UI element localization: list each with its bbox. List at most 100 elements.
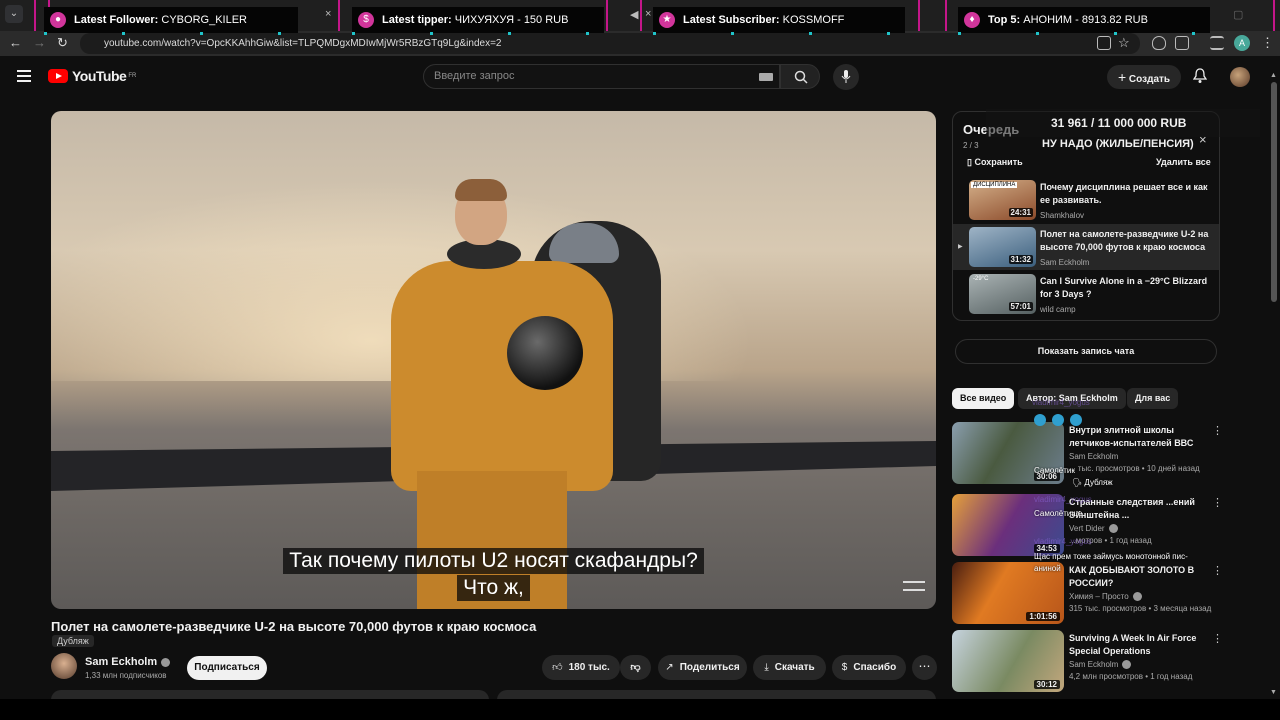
subscriber-count: 1,33 млн подписчиков	[85, 671, 167, 680]
create-label: Создать	[1128, 74, 1171, 85]
tab-close-icon[interactable]: ×	[645, 8, 651, 20]
scrollbar-thumb[interactable]	[1271, 82, 1277, 302]
tab-search-icon[interactable]: ⌄	[5, 5, 23, 23]
queue-delete-all-button[interactable]: Удалить все	[1156, 157, 1211, 167]
queue-item-current[interactable]: ▶ 31:32 Полет на самолете-разведчике U-2…	[953, 224, 1219, 270]
dub-badge-label: Дубляж	[57, 636, 89, 646]
queue-save-button[interactable]: ▯ Сохранить	[967, 157, 1023, 168]
video-player[interactable]: Так почему пилоты U2 носят скафандры? Чт…	[51, 111, 936, 609]
subscribe-button[interactable]: Подписаться	[187, 656, 267, 680]
overlay-underline	[352, 32, 604, 35]
channel-name[interactable]: Sam Eckholm	[85, 656, 171, 668]
keyboard-icon[interactable]	[759, 73, 773, 81]
like-button[interactable]: 👍︎ 180 тыс.	[542, 655, 620, 680]
chat-message: Самолётище	[1034, 509, 1083, 518]
now-playing-icon: ▶	[958, 244, 963, 250]
profile-avatar[interactable]: A	[1234, 35, 1250, 51]
address-bar[interactable]: youtube.com/watch?v=OpcKKAhhGiw&list=TLP…	[80, 33, 1140, 54]
subtitle-text: Что ж,	[457, 575, 530, 601]
chip-all-videos[interactable]: Все видео	[952, 388, 1015, 409]
bookmark-star-icon[interactable]: ☆	[1118, 35, 1130, 51]
recommended-video[interactable]: 30:06 Внутри элитной школы летчиков-испы…	[952, 422, 1223, 484]
thumbs-up-icon: 👍︎	[552, 662, 563, 673]
download-button[interactable]: ⤓ Скачать	[753, 655, 826, 680]
chat-username: vladimir4_yogus	[1034, 495, 1092, 504]
video-frame-pilot	[391, 261, 613, 491]
donation-goal-title: НУ НАДО (ЖИЛЬЕ/ПЕНСИЯ)	[1042, 138, 1194, 150]
overlay-latest-tipper: $ Latest tipper: ЧИХУЯХУЯ - 150 RUB	[352, 7, 604, 35]
chat-username: vladimir4_yogus	[1032, 398, 1090, 407]
notifications-bell-icon[interactable]	[1193, 68, 1207, 84]
search-button[interactable]	[780, 64, 820, 89]
youtube-logo[interactable]: YouTube FR	[48, 68, 136, 84]
search-icon	[794, 70, 808, 84]
emote-icon	[1034, 414, 1046, 426]
subtitle-line: Что ж,	[51, 575, 936, 601]
duration-badge: 30:12	[1033, 680, 1060, 689]
thanks-label: Спасибо	[853, 662, 897, 673]
overlay-label: Latest tipper:	[382, 14, 452, 26]
scroll-down-arrow-icon[interactable]: ▼	[1270, 689, 1277, 696]
overlay-value: KOSSMOFF	[782, 14, 845, 26]
browser-menu-icon[interactable]: ⋮	[1261, 35, 1274, 51]
queue-item-channel: Shamkhalov	[1040, 211, 1085, 220]
save-label: Сохранить	[974, 157, 1023, 167]
dislike-button[interactable]: 👎︎	[620, 655, 651, 680]
install-app-icon[interactable]	[1097, 36, 1111, 50]
queue-item[interactable]: ДИСЦИПЛИНА 24:31 Почему дисциплина решае…	[953, 177, 1219, 223]
thumb-tag: ДИСЦИПЛИНА	[971, 182, 1018, 188]
more-actions-button[interactable]: ⋯	[912, 655, 937, 680]
scroll-up-arrow-icon[interactable]: ▲	[1270, 72, 1277, 79]
overlay-underline	[958, 32, 1210, 35]
video-channel-text: Vert Dider	[1069, 524, 1105, 533]
queue-item-channel: Sam Eckholm	[1040, 258, 1090, 267]
plus-icon: +	[1117, 69, 1127, 85]
thanks-button[interactable]: $ Спасибо	[832, 655, 906, 680]
reload-icon[interactable]: ↻	[57, 35, 68, 51]
queue-item[interactable]: -29°C 57:01 Can I Survive Alone in a −29…	[953, 271, 1219, 317]
more-options-icon[interactable]: ⋮	[1212, 424, 1223, 437]
voice-search-button[interactable]	[833, 64, 859, 90]
chat-overlay-line: Самолётик	[1034, 466, 1075, 475]
forward-icon[interactable]: →	[33, 35, 46, 50]
shield-extension-icon[interactable]	[1152, 36, 1166, 50]
tab-restore-icon[interactable]: ▢	[1233, 8, 1243, 21]
channel-avatar[interactable]	[51, 653, 77, 679]
playlist-icon[interactable]	[1210, 36, 1224, 50]
subtitle-text: Так почему пилоты U2 носят скафандры?	[283, 548, 704, 574]
video-frame-helmet	[507, 316, 583, 390]
bookmark-icon: ▯	[967, 157, 972, 167]
back-icon[interactable]: ←	[9, 35, 22, 50]
overlay-underline	[44, 32, 298, 35]
chip-for-you[interactable]: Для вас	[1127, 388, 1179, 409]
more-options-icon[interactable]: ⋮	[1212, 632, 1223, 645]
recommended-video[interactable]: 30:12 Surviving A Week In Air Force Spec…	[952, 630, 1223, 692]
duration-badge: 57:01	[1008, 302, 1033, 311]
search-input[interactable]: Введите запрос	[423, 64, 780, 89]
subtitle-line: Так почему пилоты U2 носят скафандры?	[51, 548, 936, 574]
queue-position: 2 / 3	[963, 141, 979, 150]
tab-close-icon[interactable]: ×	[325, 8, 331, 20]
channel-name-text: Sam Eckholm	[85, 656, 158, 668]
overlay-latest-subscriber: ★ Latest Subscriber: KOSSMOFF	[653, 7, 905, 35]
thumb-tag: -29°C	[973, 276, 989, 282]
menu-icon[interactable]	[17, 70, 31, 85]
queue-thumbnail: -29°C 57:01	[969, 274, 1036, 314]
share-button[interactable]: ↗ Поделиться	[658, 655, 747, 680]
overlay-value: CYBORG_KILER	[161, 14, 247, 26]
chat-overlay-line: Щас прем тоже займусь монотонной пис-ани…	[1034, 551, 1214, 575]
account-avatar[interactable]	[1230, 67, 1250, 87]
donation-amount: 31 961 / 11 000 000 RUB	[1051, 116, 1187, 130]
more-options-icon[interactable]: ⋮	[1212, 496, 1223, 509]
queue-item-title: Почему дисциплина решает все и как ее ра…	[1040, 182, 1208, 205]
chat-overlay-line: vladimir4_yogus	[1034, 537, 1092, 546]
region-code: FR	[128, 73, 137, 79]
thumbs-down-icon: 👎︎	[630, 662, 641, 673]
tab-mute-icon[interactable]: ◀	[630, 8, 638, 21]
emote-icon	[1052, 414, 1064, 426]
extensions-icon[interactable]	[1175, 36, 1189, 50]
queue-thumbnail: ДИСЦИПЛИНА 24:31	[969, 180, 1036, 220]
show-chat-replay-button[interactable]: Показать запись чата	[955, 339, 1217, 364]
create-button[interactable]: + Создать	[1107, 65, 1181, 89]
chat-username: vladimir4_yogus	[1034, 537, 1092, 546]
